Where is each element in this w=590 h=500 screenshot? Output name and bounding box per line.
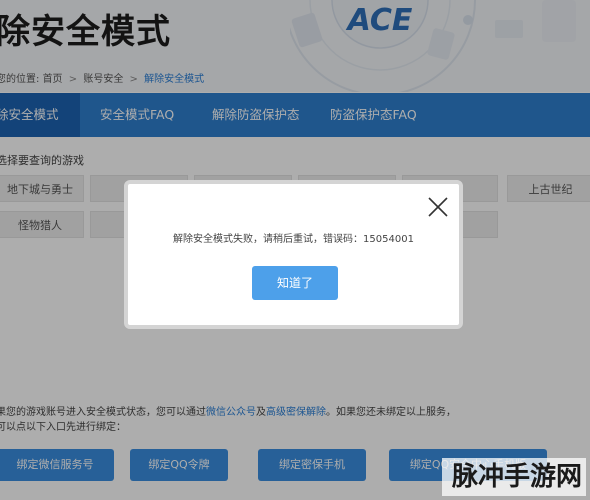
error-dialog: 解除安全模式失败，请稍后重试，错误码：15054001 知道了 xyxy=(124,180,463,329)
close-icon[interactable] xyxy=(425,194,451,220)
page: ACE 除安全模式 您的位置: 首页 > 账号安全 > 解除安全模式 除安全模式… xyxy=(0,0,590,500)
ok-button[interactable]: 知道了 xyxy=(252,266,338,300)
error-message: 解除安全模式失败，请稍后重试，错误码：15054001 xyxy=(173,234,414,245)
watermark: 脉冲手游网 xyxy=(441,458,586,496)
